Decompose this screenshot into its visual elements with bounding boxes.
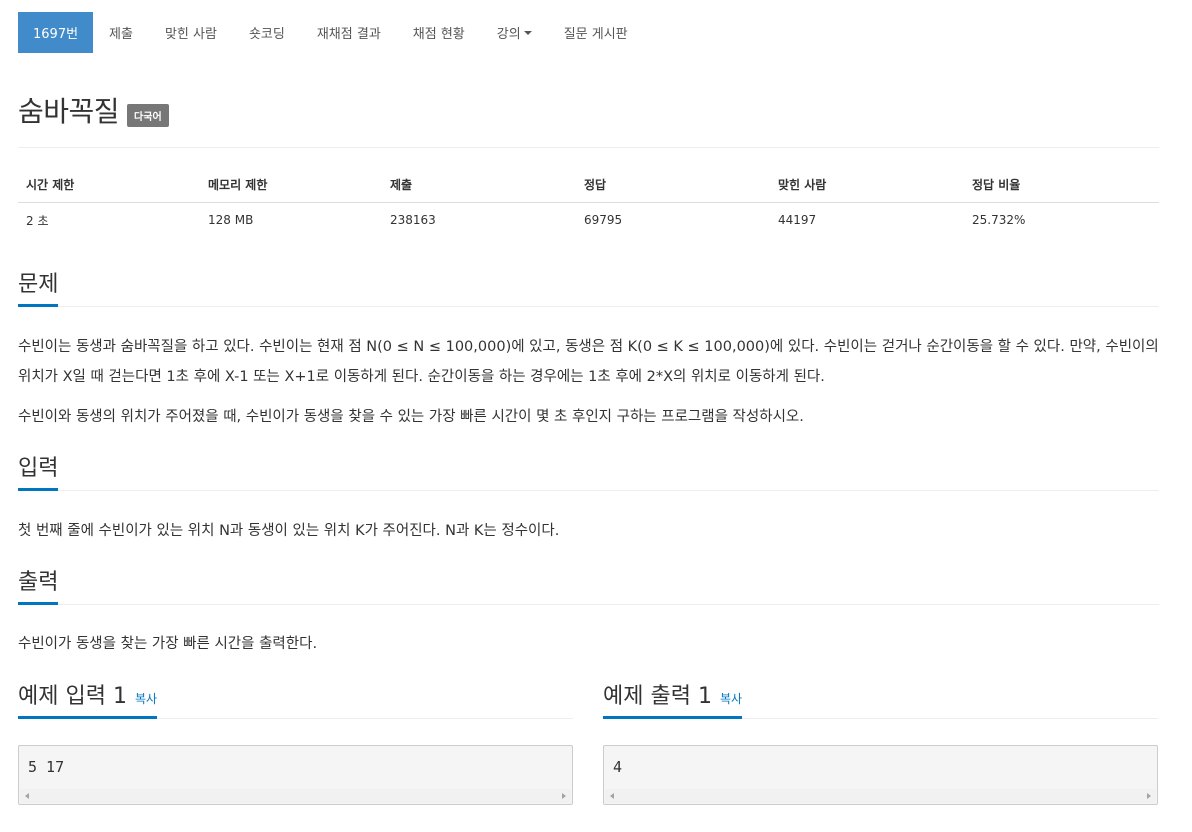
info-header-memory: 메모리 제한 <box>200 168 382 203</box>
nav-tab-lectures-label: 강의 <box>496 27 521 42</box>
info-header-ratio: 정답 비율 <box>964 168 1159 203</box>
info-value-memory: 128 MB <box>208 213 254 228</box>
sample-input-scrollbar[interactable] <box>20 789 571 803</box>
info-value-accepted: 69795 <box>584 213 623 228</box>
caret-down-icon <box>523 30 532 35</box>
multilang-badge[interactable]: 다국어 <box>127 103 169 127</box>
section-description-title: 문제 <box>18 266 59 307</box>
sample-output-box[interactable]: 4 <box>603 745 1158 805</box>
section-sample-output-header: 예제 출력 1 복사 <box>603 679 1158 719</box>
info-value-time: 2 초 <box>26 213 49 228</box>
sample-input-box[interactable]: 5 17 <box>18 745 573 805</box>
nav-tab-board[interactable]: 질문 게시판 <box>548 12 644 53</box>
copy-sample-output-link[interactable]: 복사 <box>720 690 742 707</box>
nav-tab-rejudge[interactable]: 재채점 결과 <box>301 12 397 53</box>
section-input-title: 입력 <box>18 450 59 491</box>
section-output-heading: 출력 <box>18 570 59 595</box>
info-header-submissions: 제출 <box>382 168 576 203</box>
description-paragraph-1: 수빈이는 동생과 숨바꼭질을 하고 있다. 수빈이는 현재 점 N(0 ≤ N … <box>18 339 1159 385</box>
title-divider <box>18 147 1159 148</box>
problem-title: 숨바꼭질 <box>18 95 120 128</box>
section-output-title: 출력 <box>18 564 59 605</box>
section-input-header: 입력 <box>18 451 1159 491</box>
scroll-left-icon[interactable] <box>610 793 614 799</box>
sample-output-heading: 예제 출력 1 <box>603 684 712 709</box>
section-sample-output-title: 예제 출력 1 복사 <box>603 678 743 719</box>
section-input-heading: 입력 <box>18 456 59 481</box>
title-row: 숨바꼭질 다국어 <box>18 90 169 130</box>
input-paragraph: 첫 번째 줄에 수빈이가 있는 위치 N과 동생이 있는 위치 K가 주어진다.… <box>18 523 560 539</box>
sample-input-code: 5 17 <box>28 758 65 776</box>
section-sample-input-header: 예제 입력 1 복사 <box>18 679 573 719</box>
nav-tab-solvers[interactable]: 맞힌 사람 <box>149 12 233 53</box>
nav-tab-lectures[interactable]: 강의 <box>481 12 548 53</box>
copy-sample-input-link[interactable]: 복사 <box>135 690 157 707</box>
nav-tab-submit[interactable]: 제출 <box>93 12 149 53</box>
sample-output-code: 4 <box>613 758 623 776</box>
info-value-submissions: 238163 <box>390 213 436 228</box>
output-paragraph: 수빈이가 동생을 찾는 가장 빠른 시간을 출력한다. <box>18 636 318 652</box>
scroll-left-icon[interactable] <box>25 793 29 799</box>
scroll-right-icon[interactable] <box>562 793 566 799</box>
section-sample-input-title: 예제 입력 1 복사 <box>18 678 158 719</box>
description-paragraph-2: 수빈이와 동생의 위치가 주어졌을 때, 수빈이가 동생을 찾을 수 있는 가장… <box>18 409 804 425</box>
problem-nav: 1697번 제출 맞힌 사람 숏코딩 재채점 결과 채점 현황 강의 질문 게시… <box>18 12 644 53</box>
sample-output-scrollbar[interactable] <box>605 789 1156 803</box>
info-value-ratio: 25.732% <box>972 213 1026 228</box>
problem-info-table: 시간 제한 메모리 제한 제출 정답 맞힌 사람 정답 비율 2 초 128 M… <box>18 168 1159 238</box>
nav-tab-problem[interactable]: 1697번 <box>18 12 94 53</box>
info-header-row: 시간 제한 메모리 제한 제출 정답 맞힌 사람 정답 비율 <box>18 168 1159 203</box>
nav-tab-status[interactable]: 채점 현황 <box>397 12 481 53</box>
info-header-solvers: 맞힌 사람 <box>770 168 964 203</box>
info-value-solvers: 44197 <box>778 213 817 228</box>
info-header-accepted: 정답 <box>576 168 770 203</box>
section-output-header: 출력 <box>18 565 1159 605</box>
info-value-row: 2 초 128 MB 238163 69795 44197 25.732% <box>18 202 1159 238</box>
section-description-header: 문제 <box>18 267 1159 307</box>
section-description-heading: 문제 <box>18 272 59 297</box>
sample-input-heading: 예제 입력 1 <box>18 684 127 709</box>
info-header-time: 시간 제한 <box>18 168 200 203</box>
scroll-right-icon[interactable] <box>1147 793 1151 799</box>
nav-tab-shortcoding[interactable]: 숏코딩 <box>233 12 301 53</box>
